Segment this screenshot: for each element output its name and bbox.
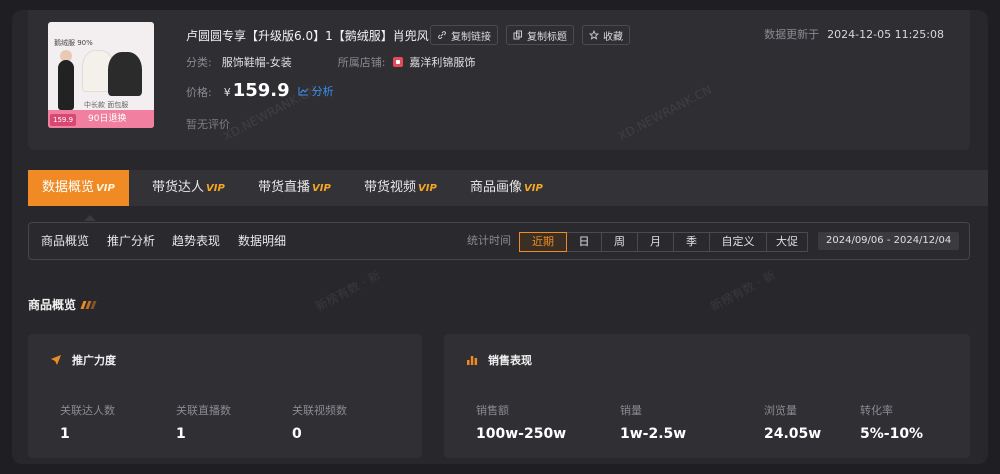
thumb-promo: 90日退换 — [88, 114, 127, 124]
vip-badge: VIP — [96, 183, 115, 194]
metric-value: 1 — [60, 426, 70, 442]
subnav-trends[interactable]: 趋势表现 — [172, 223, 220, 259]
tab-videos[interactable]: 带货视频 VIP — [364, 170, 437, 206]
main-tab-bar: 数据概览 VIP 带货达人 VIP 带货直播 VIP 带货视频 VIP 商品画像 VIP — [28, 170, 988, 206]
period-quarter[interactable]: 季 — [674, 232, 710, 252]
category-value: 服饰鞋帽-女装 — [221, 56, 292, 69]
metric-value: 100w-250w — [476, 426, 567, 442]
metric-label: 关联视频数 — [292, 404, 347, 417]
price-label: 价格: — [186, 86, 212, 99]
period-custom[interactable]: 自定义 — [710, 232, 767, 252]
metric-label: 关联直播数 — [176, 404, 231, 417]
copy-title-label: 复制标题 — [527, 31, 567, 43]
star-icon — [589, 30, 599, 40]
copy-link-label: 复制链接 — [451, 31, 491, 43]
favorite-button[interactable]: 收藏 — [582, 25, 630, 45]
period-day[interactable]: 日 — [567, 232, 602, 252]
tab-product-profile[interactable]: 商品画像 VIP — [470, 170, 543, 206]
copy-link-button[interactable]: 复制链接 — [430, 25, 498, 45]
metric-label: 转化率 — [860, 404, 893, 417]
promotion-title-text: 推广力度 — [72, 354, 116, 367]
period-week[interactable]: 周 — [602, 232, 638, 252]
tab-livestreams[interactable]: 带货直播 VIP — [258, 170, 331, 206]
period-recent[interactable]: 近期 — [519, 232, 567, 252]
meta-row: 分类: 服饰鞋帽-女装 所属店铺: 嘉洋利锦服饰 — [186, 54, 475, 70]
app-frame: 鹅绒服 90% 中长款 面包服 90日退换 159.9 卢圆圆专享【升级版6.0… — [12, 10, 988, 464]
metric-label: 关联达人数 — [60, 404, 115, 417]
update-time: 2024-12-05 11:25:08 — [827, 28, 944, 41]
category-label: 分类: — [186, 56, 212, 69]
thumb-price: 159.9 — [50, 114, 77, 126]
metric-label: 销量 — [620, 404, 642, 417]
metric-value: 0 — [292, 426, 302, 442]
sub-nav-bar: 商品概览 推广分析 趋势表现 数据明细 统计时间 近期 日 周 月 季 自定义 … — [28, 222, 970, 260]
tab-data-overview[interactable]: 数据概览 VIP — [28, 170, 129, 206]
watermark: XD.NEWRANK.CN — [615, 82, 714, 144]
period-month[interactable]: 月 — [638, 232, 674, 252]
watermark: 新榜有数 · 新 — [708, 267, 778, 314]
bar-chart-icon — [467, 356, 478, 365]
metric-value: 1w-2.5w — [620, 426, 687, 442]
period-selector: 近期 日 周 月 季 自定义 大促 — [519, 232, 808, 252]
thumb-tag: 鹅绒服 90% — [54, 39, 93, 47]
vip-badge: VIP — [206, 183, 225, 194]
shop-name[interactable]: 嘉洋利锦服饰 — [409, 54, 475, 70]
metric-value: 24.05w — [764, 426, 822, 442]
coat-black — [108, 52, 142, 96]
shop-label: 所属店铺: — [337, 56, 386, 69]
date-range-display[interactable]: 2024/09/06 - 2024/12/04 — [818, 232, 960, 250]
stat-time-label: 统计时间 — [467, 234, 511, 247]
update-label: 数据更新于 — [764, 28, 820, 41]
product-card: 鹅绒服 90% 中长款 面包服 90日退换 159.9 卢圆圆专享【升级版6.0… — [28, 10, 970, 150]
tab-label: 带货直播 — [258, 180, 311, 195]
sales-card-title: 销售表现 — [466, 352, 532, 368]
subnav-product-overview[interactable]: 商品概览 — [41, 223, 89, 259]
shop-icon — [393, 57, 404, 67]
thumb-subtitle: 中长款 面包服 — [84, 101, 129, 109]
metric-label: 销售额 — [476, 404, 509, 417]
product-title[interactable]: 卢圆圆专享【升级版6.0】1【鹅绒服】肖兜风... — [186, 27, 440, 44]
tab-label: 商品画像 — [470, 180, 523, 195]
update-info: 数据更新于 2024-12-05 11:25:08 — [764, 26, 944, 42]
promotion-card-title: 推广力度 — [50, 352, 116, 368]
watermark: 新榜有数 · 新 — [313, 267, 383, 314]
vip-badge: VIP — [418, 183, 437, 194]
sales-card: 销售表现 销售额 100w-250w 销量 1w-2.5w 浏览量 24.05w… — [444, 334, 970, 458]
metric-value: 5%-10% — [860, 426, 924, 442]
vip-badge: VIP — [312, 183, 331, 194]
sales-title-text: 销售表现 — [488, 354, 532, 367]
link-icon — [438, 31, 446, 39]
tab-influencers[interactable]: 带货达人 VIP — [152, 170, 225, 206]
subnav-promotion-analysis[interactable]: 推广分析 — [107, 223, 155, 259]
metric-label: 浏览量 — [764, 404, 797, 417]
section-bars-icon — [80, 300, 97, 309]
product-thumbnail[interactable]: 鹅绒服 90% 中长款 面包服 90日退换 159.9 — [48, 22, 154, 128]
promotion-card: 推广力度 关联达人数 1 关联直播数 1 关联视频数 0 — [28, 334, 422, 458]
tab-label: 带货达人 — [152, 180, 205, 195]
copy-icon — [513, 30, 522, 40]
period-promotion[interactable]: 大促 — [767, 232, 808, 252]
copy-title-button[interactable]: 复制标题 — [506, 25, 574, 45]
metric-value: 1 — [176, 426, 186, 442]
section-title: 商品概览 — [28, 296, 97, 313]
subnav-data-details[interactable]: 数据明细 — [238, 223, 286, 259]
vip-badge: VIP — [524, 183, 543, 194]
favorite-label: 收藏 — [603, 31, 623, 43]
section-title-text: 商品概览 — [28, 298, 77, 312]
tab-label: 数据概览 — [42, 180, 95, 195]
price-currency: ¥ — [223, 86, 231, 99]
model-figure — [58, 60, 74, 110]
title-row: 卢圆圆专享【升级版6.0】1【鹅绒服】肖兜风... 复制链接 复制标题 收藏 — [186, 24, 630, 46]
tab-label: 带货视频 — [364, 180, 417, 195]
active-tab-indicator — [84, 215, 96, 221]
send-icon — [51, 355, 61, 365]
